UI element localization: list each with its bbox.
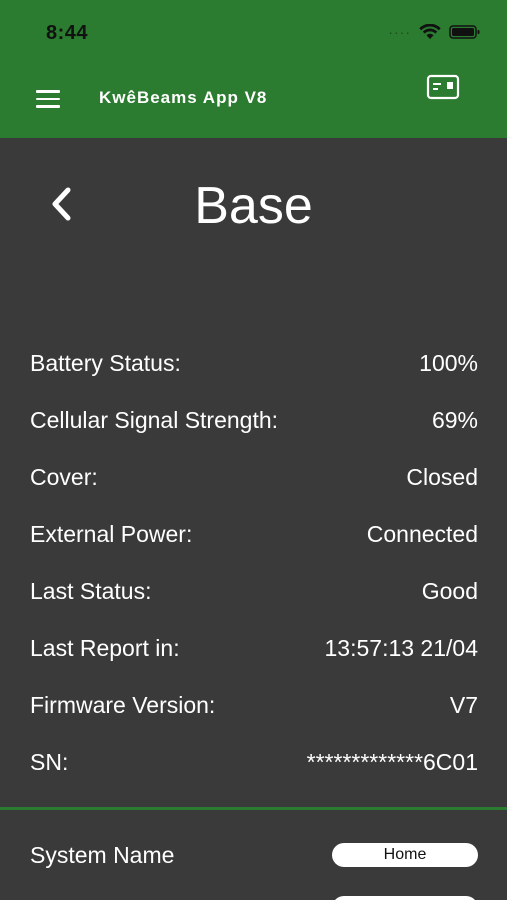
info-label: External Power: — [30, 521, 193, 547]
info-label: Firmware Version: — [30, 692, 216, 718]
info-value: 13:57:13 21/04 — [324, 635, 478, 661]
menu-button[interactable] — [36, 90, 60, 108]
battery-icon — [449, 25, 480, 39]
info-row-firmware: Firmware Version: V7 — [30, 692, 478, 749]
info-row-serial-number: SN: *************6C01 — [30, 749, 478, 806]
info-value: 69% — [431, 407, 478, 433]
system-name-input[interactable]: Home — [332, 843, 478, 867]
status-icons: ···· — [388, 24, 481, 40]
info-label: Last Report in: — [30, 635, 180, 661]
main-content: Base Battery Status: 100% Cellular Signa… — [0, 138, 507, 900]
info-row-external-power: External Power: Connected — [30, 521, 478, 578]
status-time: 8:44 — [46, 22, 89, 44]
info-value: 100% — [419, 350, 478, 376]
info-value: *************6C01 — [306, 749, 478, 775]
app-header: 8:44 ···· KwêBeams App V8 — [0, 0, 507, 138]
info-value: Good — [421, 578, 478, 604]
app-title: KwêBeams App V8 — [99, 88, 268, 107]
info-value: Connected — [366, 521, 478, 547]
info-row-last-status: Last Status: Good — [30, 578, 478, 635]
info-row-last-report: Last Report in: 13:57:13 21/04 — [30, 635, 478, 692]
device-info-list: Battery Status: 100% Cellular Signal Str… — [30, 350, 478, 806]
info-label: SN: — [30, 749, 69, 775]
system-name-row: System Name Home — [30, 838, 478, 872]
section-divider — [0, 807, 507, 810]
info-row-battery: Battery Status: 100% — [30, 350, 478, 407]
cellular-signal-icon: ···· — [388, 24, 411, 40]
system-name-label: System Name — [30, 841, 175, 868]
info-value: V7 — [449, 692, 478, 718]
info-label: Cover: — [30, 464, 98, 490]
info-row-cover: Cover: Closed — [30, 464, 478, 521]
wifi-icon — [419, 24, 441, 39]
info-label: Cellular Signal Strength: — [30, 407, 279, 433]
card-icon-button[interactable] — [426, 74, 460, 100]
page-title: Base — [194, 177, 313, 235]
info-value: Closed — [406, 464, 478, 490]
info-label: Last Status: — [30, 578, 152, 604]
info-row-signal: Cellular Signal Strength: 69% — [30, 407, 478, 464]
hamburger-icon — [36, 90, 60, 93]
next-setting-input[interactable] — [332, 896, 478, 900]
info-label: Battery Status: — [30, 350, 181, 376]
next-setting-row — [30, 888, 478, 900]
